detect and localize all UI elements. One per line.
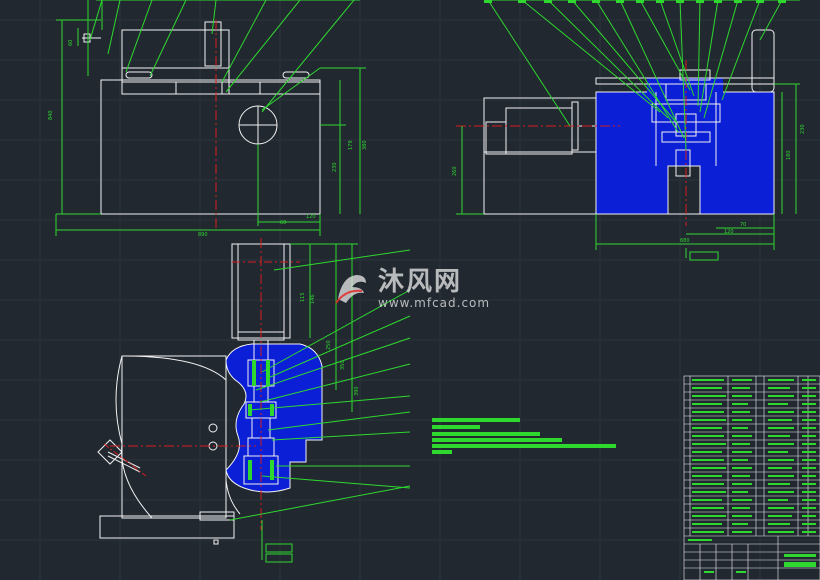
svg-text:840: 840 [48, 110, 54, 120]
front-view [82, 21, 321, 215]
svg-text:230: 230 [332, 162, 338, 172]
svg-text:180: 180 [786, 150, 792, 160]
svg-text:60: 60 [68, 40, 74, 46]
watermark-title: 沐风网 [378, 267, 463, 297]
side-view-section [595, 78, 775, 215]
svg-text:70: 70 [740, 222, 746, 228]
svg-text:120: 120 [724, 229, 734, 235]
svg-text:390: 390 [354, 386, 360, 396]
svg-text:250: 250 [326, 340, 332, 350]
svg-text:115: 115 [300, 292, 306, 302]
svg-text:179: 179 [348, 140, 354, 150]
svg-text:890: 890 [198, 232, 208, 238]
svg-text:120: 120 [306, 214, 316, 220]
svg-text:60: 60 [280, 220, 286, 226]
svg-text:380: 380 [362, 140, 368, 150]
bill-of-materials-table [683, 375, 820, 580]
svg-text:260: 260 [452, 166, 458, 176]
watermark: 沐风网 www.mfcad.com [332, 268, 490, 310]
svg-text:350: 350 [340, 360, 346, 370]
technical-notes [432, 418, 616, 454]
svg-text:146: 146 [310, 294, 316, 304]
watermark-url: www.mfcad.com [378, 296, 491, 310]
mfcad-logo-icon [332, 269, 372, 309]
svg-text:680: 680 [680, 238, 690, 244]
svg-text:230: 230 [800, 124, 806, 134]
